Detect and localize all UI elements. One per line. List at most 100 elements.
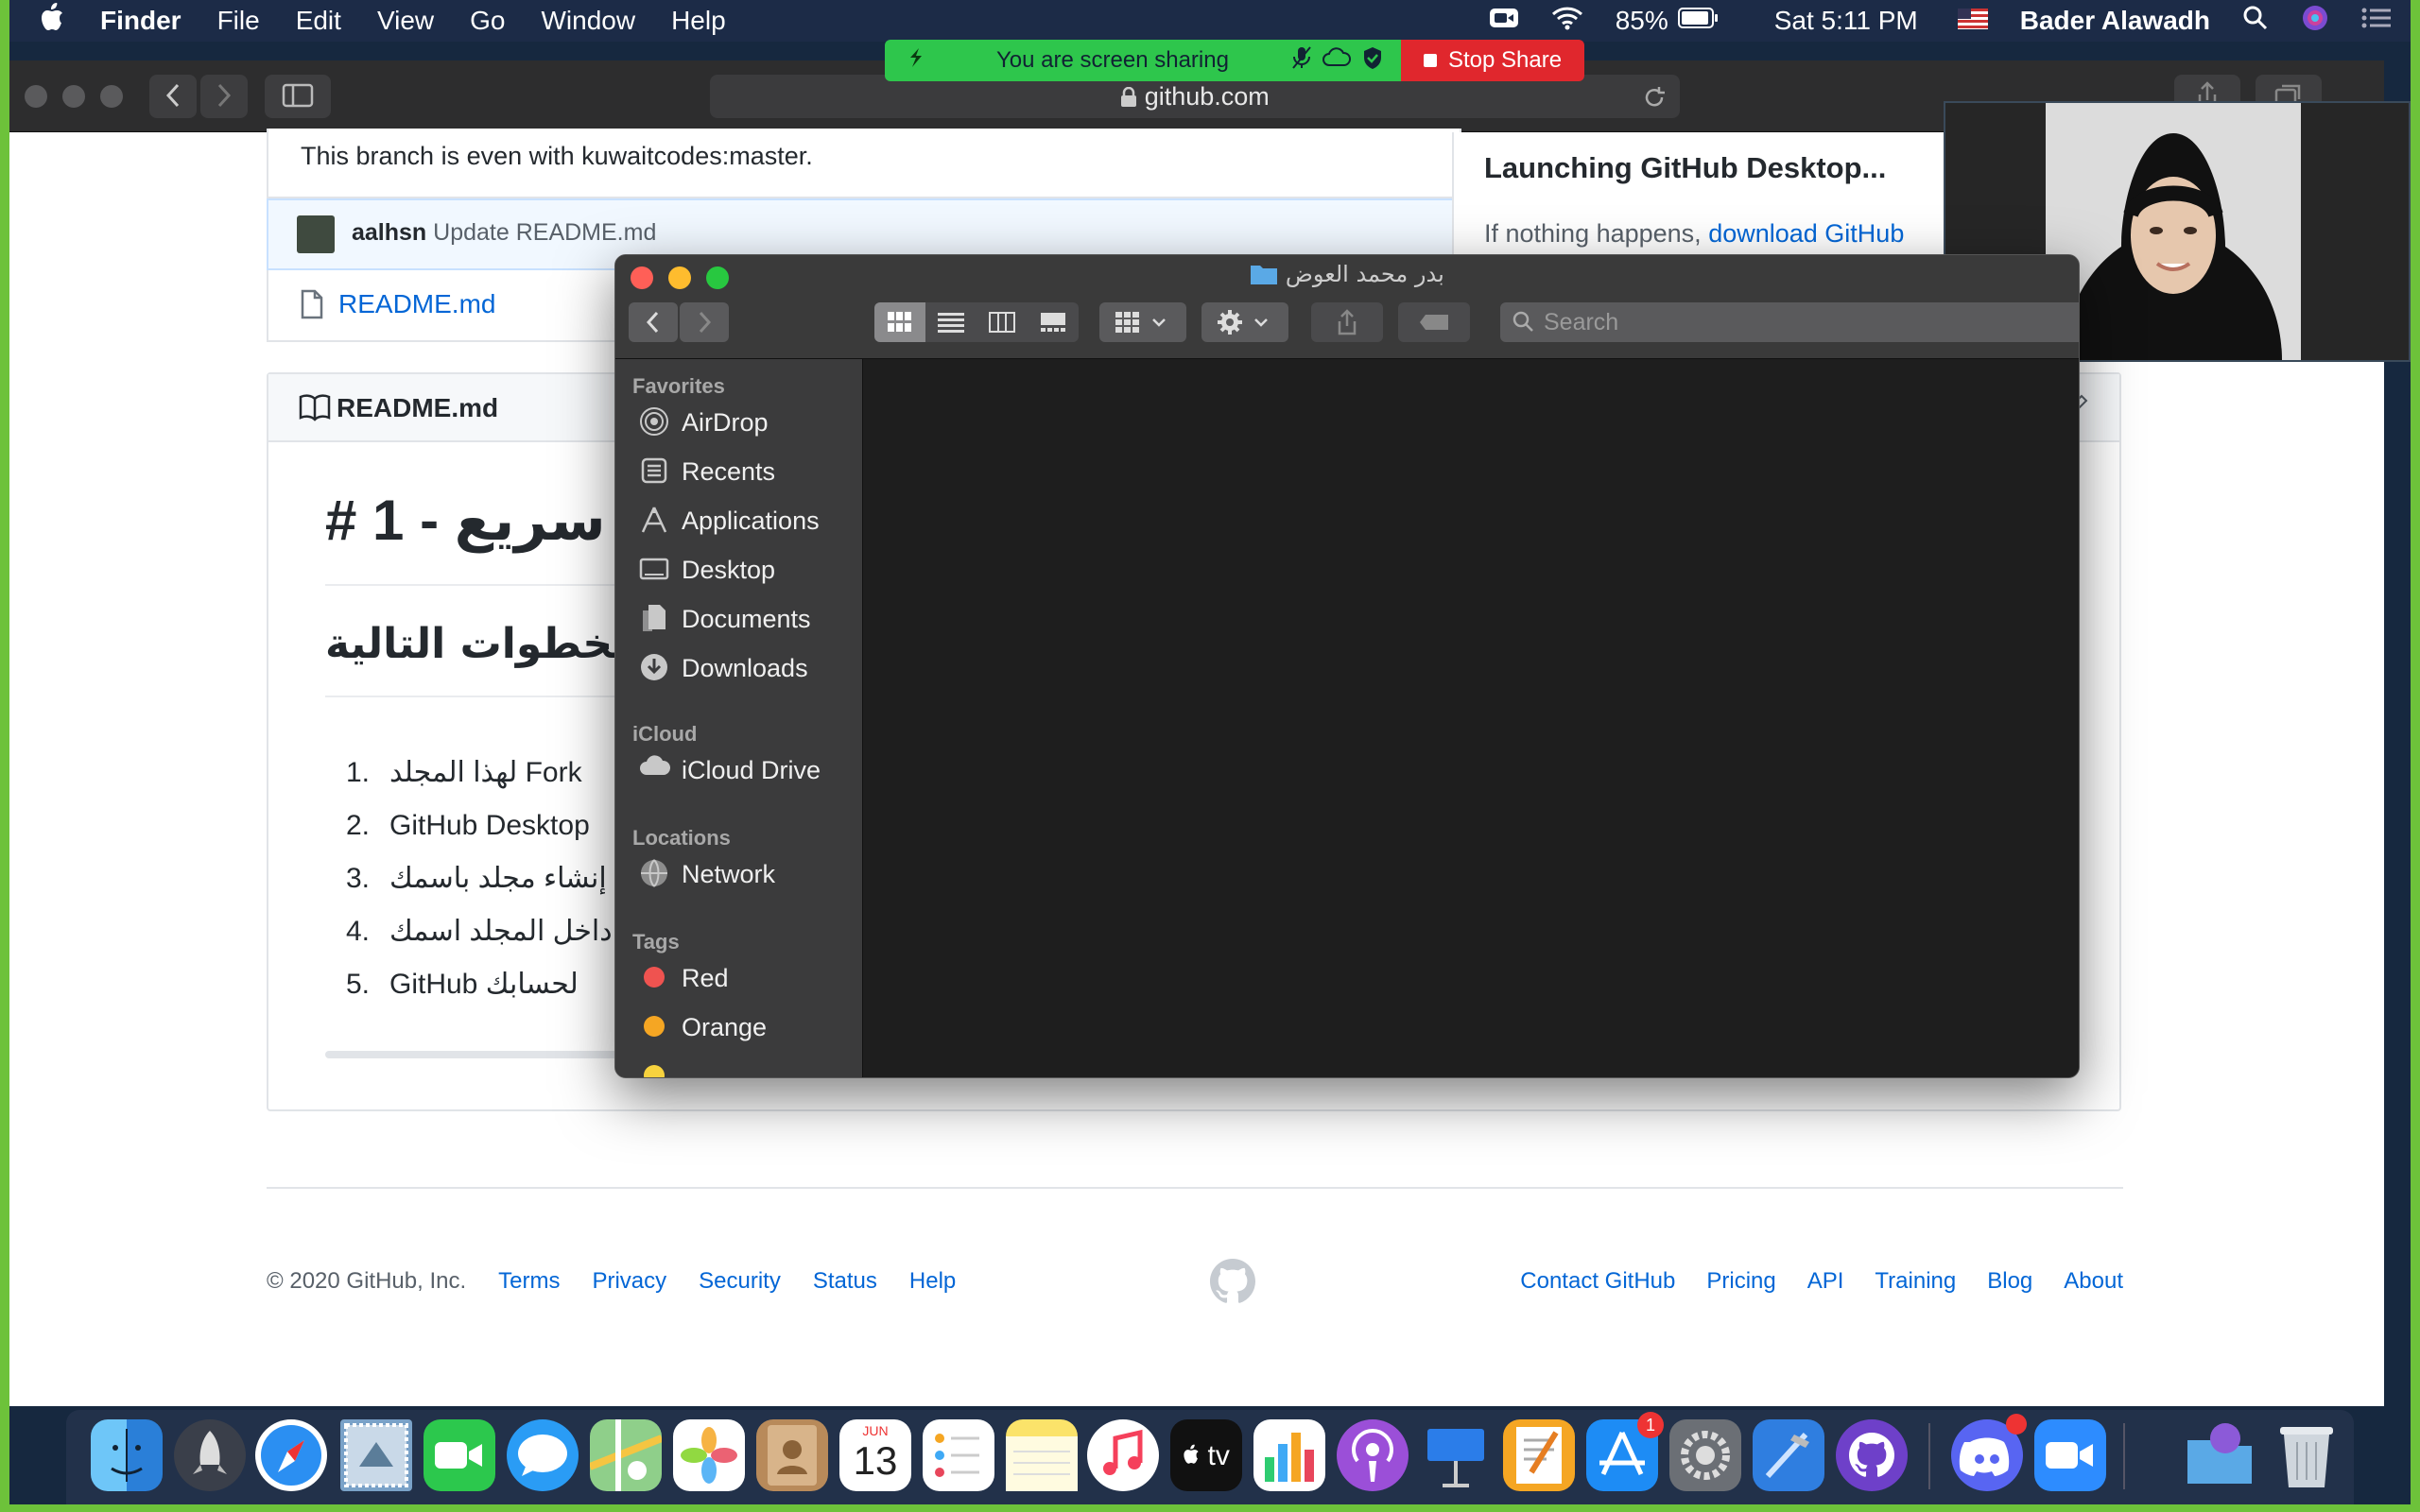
siri-icon[interactable] [2301, 4, 2329, 39]
footer-link-terms[interactable]: Terms [498, 1268, 560, 1295]
facetime-dock-icon[interactable] [424, 1419, 495, 1491]
footer-link-contact[interactable]: Contact GitHub [1520, 1268, 1675, 1295]
sidebar-section-locations: Locations [632, 826, 731, 850]
zoom-camera-icon[interactable] [1489, 6, 1519, 37]
finder-back-button[interactable] [629, 302, 678, 342]
finder-content-area[interactable] [863, 359, 2079, 1077]
battery-icon[interactable] [1677, 6, 1720, 36]
apple-tv-dock-icon[interactable]: tv [1170, 1419, 1242, 1491]
calendar-dock-icon[interactable]: JUN 13 [839, 1419, 911, 1491]
commit-message[interactable]: Update README.md [433, 219, 656, 246]
sidebar-item-tag-red[interactable]: Red [638, 962, 729, 994]
group-by-button[interactable] [1099, 302, 1186, 342]
footer-link-blog[interactable]: Blog [1987, 1268, 2032, 1295]
sidebar-item-tag-orange[interactable]: Orange [638, 1011, 767, 1043]
sidebar-item-documents[interactable]: Documents [638, 603, 811, 635]
apple-menu-icon[interactable] [40, 3, 64, 39]
menu-help[interactable]: Help [671, 6, 726, 36]
minimize-button[interactable] [62, 85, 85, 108]
footer-link-status[interactable]: Status [813, 1268, 877, 1295]
reminders-dock-icon[interactable] [923, 1419, 994, 1491]
discord-dock-icon[interactable] [1951, 1414, 2027, 1491]
music-dock-icon[interactable] [1087, 1419, 1159, 1491]
notes-dock-icon[interactable] [1006, 1419, 1078, 1491]
xcode-dock-icon[interactable] [1753, 1419, 1824, 1491]
sidebar-item-network[interactable]: Network [638, 858, 775, 890]
menu-app-name[interactable]: Finder [100, 6, 182, 36]
footer-link-privacy[interactable]: Privacy [592, 1268, 666, 1295]
calendar-month: JUN [862, 1423, 889, 1438]
sidebar-item-applications[interactable]: Applications [638, 505, 820, 537]
messages-dock-icon[interactable] [507, 1419, 579, 1491]
trash-dock-icon[interactable] [2271, 1419, 2342, 1491]
footer-link-about[interactable]: About [2064, 1268, 2123, 1295]
sidebar-item-desktop[interactable]: Desktop [638, 554, 775, 586]
notification-center-icon[interactable] [2361, 6, 2392, 36]
contacts-dock-icon[interactable] [756, 1419, 828, 1491]
pages-dock-icon[interactable] [1503, 1419, 1575, 1491]
stop-share-button[interactable]: Stop Share [1401, 40, 1584, 81]
app-store-dock-icon[interactable]: 1 [1586, 1412, 1664, 1491]
download-github-link[interactable]: download GitHub [1708, 219, 1904, 248]
gallery-view-button[interactable] [1028, 302, 1079, 342]
launchpad-dock-icon[interactable] [174, 1419, 246, 1491]
tag-button[interactable] [1398, 302, 1470, 342]
menu-clock[interactable]: Sat 5:11 PM [1774, 6, 1918, 36]
keynote-dock-icon[interactable] [1420, 1419, 1492, 1491]
photos-dock-icon[interactable] [673, 1419, 745, 1491]
steps-list: 1. لهذا المجلد Fork 2. GitHub Desktop 3. إن… [346, 747, 613, 1011]
finder-forward-button[interactable] [680, 302, 729, 342]
mic-muted-icon[interactable] [1291, 45, 1312, 77]
list-view-button[interactable] [925, 302, 977, 342]
action-gear-button[interactable] [1201, 302, 1288, 342]
cloud-record-icon[interactable] [1322, 46, 1352, 76]
finder-dock-icon[interactable] [91, 1419, 163, 1491]
back-button[interactable] [149, 75, 197, 118]
security-shield-icon[interactable] [1361, 45, 1384, 77]
menu-edit[interactable]: Edit [296, 6, 341, 36]
us-flag-icon[interactable] [1957, 6, 1988, 36]
zoom-button[interactable] [100, 85, 123, 108]
menu-view[interactable]: View [377, 6, 434, 36]
maps-dock-icon[interactable] [588, 1419, 664, 1491]
reload-icon[interactable] [1642, 75, 1667, 118]
safari-dock-icon[interactable] [255, 1419, 327, 1491]
sidebar-toggle-button[interactable] [265, 75, 331, 118]
menu-file[interactable]: File [217, 6, 260, 36]
sidebar-item-airdrop[interactable]: AirDrop [638, 406, 769, 438]
icon-view-button[interactable] [874, 302, 925, 342]
footer-link-pricing[interactable]: Pricing [1706, 1268, 1775, 1295]
footer-link-security[interactable]: Security [699, 1268, 781, 1295]
screen-share-status[interactable]: You are screen sharing [885, 40, 1401, 81]
wifi-icon[interactable] [1551, 6, 1583, 37]
sidebar-item-recents[interactable]: Recents [638, 455, 775, 488]
footer-link-help[interactable]: Help [909, 1268, 956, 1295]
column-view-button[interactable] [977, 302, 1028, 342]
close-button[interactable] [25, 85, 47, 108]
cloud-icon [638, 754, 671, 786]
finder-share-button[interactable] [1311, 302, 1383, 342]
menu-user-name[interactable]: Bader Alawadh [2020, 6, 2210, 36]
downloads-stack-dock-icon[interactable] [2184, 1419, 2256, 1491]
sidebar-item-icloud-drive[interactable]: iCloud Drive [638, 754, 821, 786]
sidebar-item-downloads[interactable]: Downloads [638, 652, 808, 684]
zoom-dock-icon[interactable] [2034, 1419, 2106, 1491]
github-logo-icon[interactable] [1210, 1259, 1255, 1309]
branch-status-box: This branch is even with kuwaitcodes:mas… [267, 129, 1461, 198]
github-desktop-dock-icon[interactable] [1836, 1419, 1908, 1491]
podcasts-dock-icon[interactable] [1337, 1419, 1409, 1491]
footer-link-api[interactable]: API [1807, 1268, 1844, 1295]
menu-go[interactable]: Go [470, 6, 505, 36]
sidebar-item-tag-yellow[interactable] [638, 1060, 670, 1077]
spotlight-search-icon[interactable] [2242, 5, 2269, 38]
forward-button[interactable] [200, 75, 248, 118]
finder-search-field[interactable]: Search [1500, 302, 2079, 342]
mail-stamp-dock-icon[interactable] [340, 1419, 412, 1491]
system-preferences-dock-icon[interactable] [1669, 1419, 1741, 1491]
avatar[interactable] [297, 215, 335, 253]
commit-author[interactable]: aalhsn [352, 219, 426, 246]
numbers-dock-icon[interactable] [1253, 1419, 1325, 1491]
footer-link-training[interactable]: Training [1875, 1268, 1956, 1295]
menu-window[interactable]: Window [541, 6, 635, 36]
file-link[interactable]: README.md [338, 289, 495, 319]
